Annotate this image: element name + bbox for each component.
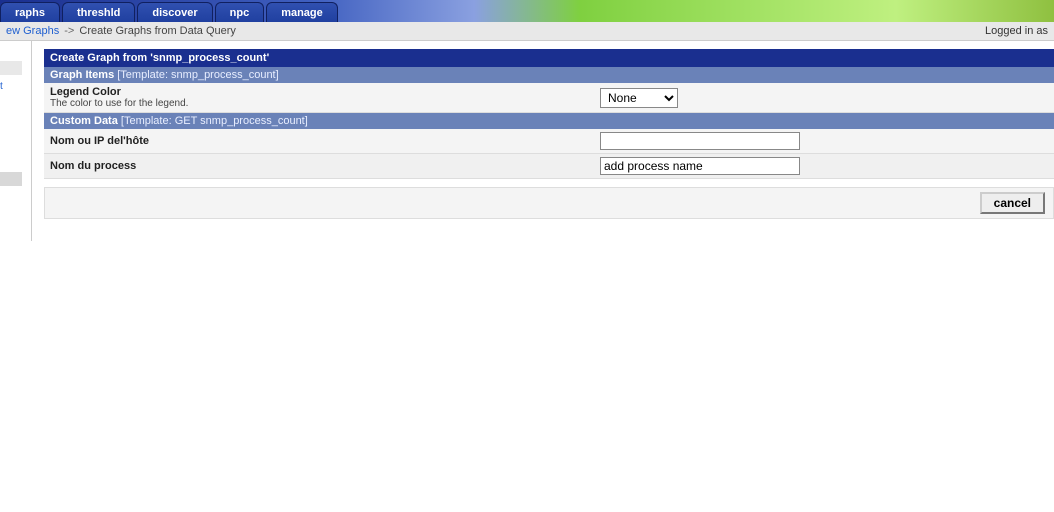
sidebar-block — [0, 61, 22, 75]
breadcrumb-link-new-graphs[interactable]: ew Graphs — [6, 25, 59, 37]
tab-threshld[interactable]: threshld — [62, 2, 135, 22]
tab-manage[interactable]: manage — [266, 2, 338, 22]
section-label: Custom Data — [50, 115, 118, 127]
logged-in-status: Logged in as — [985, 25, 1048, 37]
section-template: [Template: snmp_process_count] — [117, 69, 278, 81]
process-name-input[interactable] — [600, 157, 800, 175]
form-label: Nom du process — [50, 160, 600, 172]
host-ip-input[interactable] — [600, 132, 800, 150]
breadcrumb: ew Graphs -> Create Graphs from Data Que… — [0, 22, 1054, 41]
row-legend-color: Legend Color The color to use for the le… — [44, 83, 1054, 113]
sidebar: t — [0, 41, 32, 241]
label-title: Nom ou IP del'hôte — [50, 135, 600, 147]
row-host-ip: Nom ou IP del'hôte — [44, 129, 1054, 154]
form-label: Legend Color The color to use for the le… — [50, 86, 600, 109]
button-row — [44, 187, 1054, 219]
cancel-button[interactable] — [980, 192, 1045, 214]
tab-npc[interactable]: npc — [215, 2, 265, 22]
breadcrumb-separator: -> — [64, 25, 74, 37]
row-process-name: Nom du process — [44, 154, 1054, 179]
section-label: Graph Items — [50, 69, 114, 81]
form-control: None — [600, 88, 1048, 108]
breadcrumb-current: Create Graphs from Data Query — [79, 25, 236, 37]
top-tab-bar: raphs threshld discover npc manage — [0, 0, 1054, 22]
sidebar-link[interactable]: t — [0, 81, 31, 92]
label-title: Nom du process — [50, 160, 600, 172]
tab-discover[interactable]: discover — [137, 2, 212, 22]
main-wrapper: t Create Graph from 'snmp_process_count'… — [0, 41, 1054, 241]
legend-color-select[interactable]: None — [600, 88, 678, 108]
sidebar-block-2 — [0, 172, 22, 186]
tabs-container: raphs threshld discover npc manage — [0, 2, 338, 22]
tab-graphs[interactable]: raphs — [0, 2, 60, 22]
form-label: Nom ou IP del'hôte — [50, 135, 600, 147]
section-graph-items: Graph Items [Template: snmp_process_coun… — [44, 67, 1054, 83]
section-template: [Template: GET snmp_process_count] — [121, 115, 308, 127]
label-desc: The color to use for the legend. — [50, 98, 600, 109]
content-area: Create Graph from 'snmp_process_count' G… — [32, 41, 1054, 241]
label-title: Legend Color — [50, 86, 600, 98]
panel-title: Create Graph from 'snmp_process_count' — [44, 49, 1054, 67]
section-custom-data: Custom Data [Template: GET snmp_process_… — [44, 113, 1054, 129]
form-control — [600, 132, 1048, 150]
form-control — [600, 157, 1048, 175]
